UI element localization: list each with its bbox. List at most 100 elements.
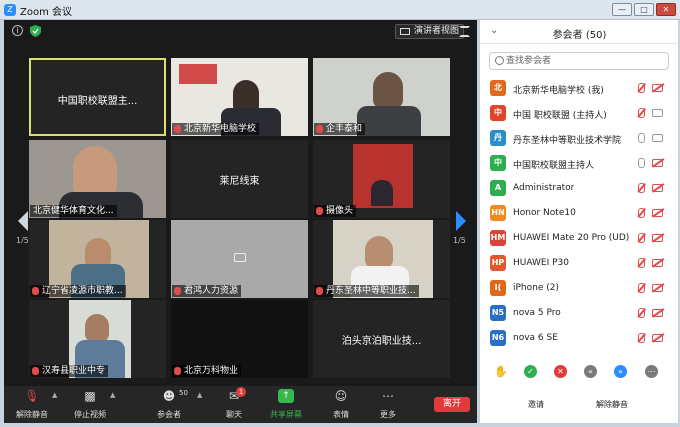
video-options-caret-icon[interactable]: ▲ xyxy=(110,391,115,399)
participant-row[interactable]: 北北京新华电脑学校 (我) xyxy=(480,76,679,101)
meeting-toolbar: 🎙 解除静音 ▲ ▩ 停止视频 ▲ ☻ 50 参会者 ▲ ✉ 1 聊天 ↑ 共享… xyxy=(4,386,477,423)
maximize-button[interactable]: □ xyxy=(634,3,654,16)
video-tile[interactable]: 莱尼线束 xyxy=(171,140,308,218)
video-tile[interactable]: 君鸿人力资源 xyxy=(171,220,308,298)
page-indicator-right: 1/5 xyxy=(453,236,466,245)
stop-video-button[interactable]: ▩ 停止视频 xyxy=(70,389,110,420)
camera-icon[interactable] xyxy=(652,84,663,92)
mic-icon[interactable] xyxy=(638,283,645,293)
video-tile[interactable]: 辽宁省凌源市职教... xyxy=(29,220,166,298)
participant-search-input[interactable] xyxy=(506,54,666,68)
participant-avatar: N6 xyxy=(490,330,506,346)
participant-name: Honor Note10 xyxy=(513,208,576,218)
more-button[interactable]: ⋯ 更多 xyxy=(368,389,408,420)
mic-icon[interactable] xyxy=(638,183,645,193)
mic-icon[interactable] xyxy=(638,108,645,118)
no-cross-icon[interactable]: ✕ xyxy=(554,365,567,378)
video-tile[interactable]: 北京新华电脑学校 xyxy=(171,58,308,136)
nonverbal-feedback-bar: ✋ ✓ ✕ « » ⋯ xyxy=(480,361,679,383)
participant-avatar: 中 xyxy=(490,105,506,121)
reactions-button[interactable]: ☺ 表情 xyxy=(321,389,361,420)
participant-list: 北北京新华电脑学校 (我) 中中国 职校联盟 (主持人) 丹丹东圣林中等职业技术… xyxy=(480,76,679,351)
camera-icon[interactable] xyxy=(652,284,663,292)
video-tile[interactable]: 丹东圣林中等职业技... xyxy=(313,220,450,298)
muted-mic-icon xyxy=(174,125,181,133)
participant-row[interactable]: HM HUAWEI Mate 20 Pro (UD) xyxy=(480,226,679,251)
raise-hand-icon[interactable]: ✋ xyxy=(494,365,508,378)
participant-avatar: 丹 xyxy=(490,130,506,146)
more-feedback-icon[interactable]: ⋯ xyxy=(645,365,658,378)
participant-video xyxy=(371,180,393,206)
video-camera-icon: ▩ xyxy=(84,389,96,403)
participant-avatar: 中 xyxy=(490,155,506,171)
participant-row[interactable]: HN Honor Note10 xyxy=(480,201,679,226)
participant-row[interactable]: HP HUAWEI P30 xyxy=(480,251,679,276)
camera-icon[interactable] xyxy=(652,259,663,267)
mic-icon[interactable] xyxy=(638,258,645,268)
participants-panel-footer: 邀请 解除静音 xyxy=(480,395,679,415)
participant-row[interactable]: 中中国职校联盟主持人 xyxy=(480,151,679,176)
mic-icon[interactable] xyxy=(638,208,645,218)
next-page-icon[interactable] xyxy=(454,210,468,232)
participant-row[interactable]: N6 nova 6 SE xyxy=(480,326,679,351)
participant-row[interactable]: N5 nova 5 Pro xyxy=(480,301,679,326)
video-tile[interactable]: 汉寿县职业中专 xyxy=(29,300,166,378)
share-screen-button[interactable]: ↑ 共享屏幕 xyxy=(266,389,306,420)
video-tile[interactable]: 北京万科物业 xyxy=(171,300,308,378)
mic-icon[interactable] xyxy=(638,233,645,243)
mic-icon[interactable] xyxy=(638,158,645,168)
participants-button[interactable]: ☻ 50 参会者 xyxy=(149,389,189,420)
info-icon[interactable]: i xyxy=(12,25,23,36)
fullscreen-icon[interactable] xyxy=(459,26,470,37)
window-titlebar: Z Zoom 会议 — □ ✕ xyxy=(0,0,680,20)
camera-icon[interactable] xyxy=(652,134,663,142)
participant-row[interactable]: 中中国 职校联盟 (主持人) xyxy=(480,101,679,126)
participant-avatar: A xyxy=(490,180,506,196)
camera-icon[interactable] xyxy=(652,209,663,217)
camera-icon[interactable] xyxy=(652,184,663,192)
participant-video xyxy=(373,72,403,108)
camera-icon[interactable] xyxy=(652,109,663,117)
participant-body xyxy=(357,106,421,136)
mic-icon[interactable] xyxy=(638,333,645,343)
participants-panel: ⌄ 参会者 (50) 北北京新华电脑学校 (我) 中中国 职校联盟 (主持人) … xyxy=(479,20,679,423)
video-tile[interactable]: 泊头京泊职业技... xyxy=(313,300,450,378)
audio-options-caret-icon[interactable]: ▲ xyxy=(52,391,57,399)
invite-button[interactable]: 邀请 xyxy=(522,397,550,412)
stop-video-label: 停止视频 xyxy=(74,410,106,419)
close-button[interactable]: ✕ xyxy=(656,3,676,16)
video-tile[interactable]: 企丰泰和 xyxy=(313,58,450,136)
previous-page-icon[interactable] xyxy=(16,210,30,232)
camera-icon[interactable] xyxy=(652,234,663,242)
meeting-area: i 演讲者视图 1/5 1/5 中国职校联盟主... 北京新华电脑学校 企丰泰和… xyxy=(4,20,477,423)
participant-name: Administrator xyxy=(513,183,575,193)
participant-row[interactable]: 丹丹东圣林中等职业技术学院 xyxy=(480,126,679,151)
participant-search-box[interactable] xyxy=(489,52,669,70)
camera-icon[interactable] xyxy=(652,334,663,342)
chat-label: 聊天 xyxy=(226,410,242,419)
mic-icon[interactable] xyxy=(638,133,645,143)
unmute-label: 解除静音 xyxy=(16,410,48,419)
participant-row[interactable]: A Administrator xyxy=(480,176,679,201)
participants-caret-icon[interactable]: ▲ xyxy=(197,391,202,399)
share-screen-label: 共享屏幕 xyxy=(270,410,302,419)
video-tile[interactable]: 摄像头 xyxy=(313,140,450,218)
camera-icon[interactable] xyxy=(652,309,663,317)
mic-icon[interactable] xyxy=(638,308,645,318)
video-tile[interactable]: 中国职校联盟主... xyxy=(29,58,166,136)
unmute-all-button[interactable]: 解除静音 xyxy=(590,397,634,412)
video-tile[interactable]: 北京健华体育文化... xyxy=(29,140,166,218)
yes-check-icon[interactable]: ✓ xyxy=(524,365,537,378)
shield-icon[interactable] xyxy=(30,25,41,37)
camera-icon[interactable] xyxy=(652,159,663,167)
go-faster-icon[interactable]: » xyxy=(614,365,627,378)
chat-button[interactable]: ✉ 1 聊天 xyxy=(214,387,254,420)
participant-avatar: HN xyxy=(490,205,506,221)
mic-icon[interactable] xyxy=(638,83,645,93)
speaker-view-button[interactable]: 演讲者视图 xyxy=(395,24,465,39)
unmute-button[interactable]: 🎙 解除静音 xyxy=(12,389,52,420)
go-slower-icon[interactable]: « xyxy=(584,365,597,378)
minimize-button[interactable]: — xyxy=(612,3,632,16)
participant-row[interactable]: I(iPhone (2) xyxy=(480,276,679,301)
leave-meeting-button[interactable]: 离开 xyxy=(434,397,470,412)
